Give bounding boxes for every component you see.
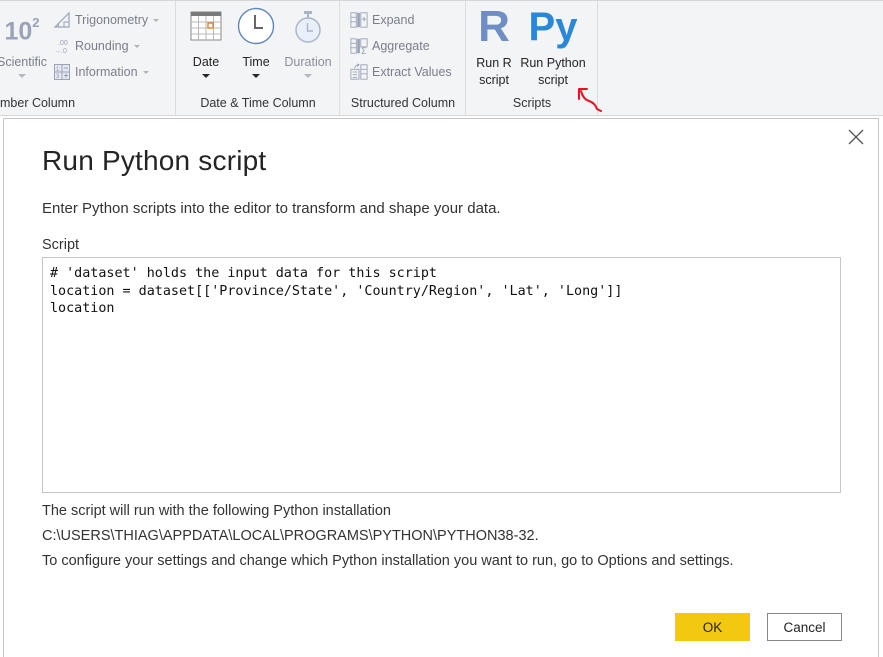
close-icon: [848, 129, 864, 145]
dialog-subtitle: Enter Python scripts into the editor to …: [42, 200, 501, 217]
rounding-button[interactable]: .00 →.0 Rounding: [53, 36, 140, 56]
close-button[interactable]: [846, 127, 866, 147]
time-label: Time: [242, 55, 270, 69]
duration-label: Duration: [284, 55, 332, 69]
ribbon-group-number-column: 102 Scientific Trigonometry .00 →.0 Round…: [0, 1, 176, 115]
chevron-down-icon: [304, 74, 312, 78]
configure-settings-info: To configure your settings and change wh…: [42, 553, 734, 569]
run-r-line2: script: [479, 73, 509, 87]
annotation-arrow-icon: [578, 88, 602, 112]
script-editor[interactable]: # 'dataset' holds the input data for thi…: [42, 257, 841, 493]
run-r-line1: Run R: [476, 56, 512, 70]
script-line: location: [50, 301, 115, 316]
date-button[interactable]: Date: [185, 7, 227, 78]
group-label-structured-column: Structured Column: [350, 96, 456, 110]
python-installation-path: C:\USERS\THIAG\APPDATA\LOCAL\PROGRAMS\PY…: [42, 528, 539, 544]
svg-text:→.0: →.0: [54, 48, 67, 55]
aggregate-icon: Σ: [350, 37, 368, 55]
r-icon: R: [478, 2, 510, 51]
chevron-down-icon: [142, 70, 149, 74]
clock-icon: [235, 7, 277, 45]
extract-values-icon: [350, 63, 368, 81]
group-label-date-time: Date & Time Column: [200, 96, 316, 110]
chevron-down-icon: [133, 44, 140, 48]
scientific-button[interactable]: 102 Scientific: [0, 9, 48, 78]
trigonometry-icon: [53, 11, 71, 29]
chevron-down-icon: [18, 74, 26, 78]
ok-button[interactable]: OK: [675, 613, 750, 641]
run-r-script-button[interactable]: R Run R script: [473, 3, 515, 88]
scientific-label: Scientific: [0, 55, 48, 69]
run-python-line1: Run Python: [520, 56, 586, 70]
chevron-down-icon: [252, 74, 260, 78]
time-button[interactable]: Time: [235, 7, 277, 78]
script-line: # 'dataset' holds the input data for thi…: [50, 266, 437, 281]
extract-values-button[interactable]: Extract Values: [350, 62, 452, 82]
calendar-icon: [185, 7, 227, 43]
run-python-script-button[interactable]: Py Run Python script: [519, 3, 587, 88]
expand-button[interactable]: Expand: [350, 10, 414, 30]
scientific-icon: 102: [4, 15, 40, 46]
python-installation-info: The script will run with the following P…: [42, 503, 391, 519]
ribbon-group-date-time: Date Time Duration Date & Time Column: [177, 1, 340, 115]
ribbon-group-structured-column: Expand Σ Aggregate Extract Values Struct…: [341, 1, 466, 115]
rounding-icon: .00 →.0: [53, 37, 71, 55]
information-icon: 13: [53, 63, 71, 81]
group-label-number-column: mber Column: [0, 96, 76, 110]
stopwatch-icon: [283, 7, 333, 43]
svg-text:.00: .00: [58, 40, 68, 47]
duration-button[interactable]: Duration: [283, 7, 333, 78]
cancel-button[interactable]: Cancel: [767, 613, 842, 641]
python-icon: Py: [528, 5, 578, 49]
information-button[interactable]: 13 Information: [53, 62, 149, 82]
run-python-script-dialog: Run Python script Enter Python scripts i…: [3, 118, 879, 657]
chevron-down-icon: [153, 18, 160, 22]
expand-icon: [350, 11, 368, 29]
aggregate-button[interactable]: Σ Aggregate: [350, 36, 430, 56]
script-label: Script: [42, 237, 80, 253]
ribbon: 102 Scientific Trigonometry .00 →.0 Round…: [0, 0, 883, 116]
dialog-title: Run Python script: [42, 145, 267, 176]
svg-text:Σ: Σ: [361, 47, 367, 55]
date-label: Date: [192, 55, 220, 69]
chevron-down-icon: [202, 74, 210, 78]
trigonometry-button[interactable]: Trigonometry: [53, 10, 160, 30]
script-line: location = dataset[['Province/State', 'C…: [50, 283, 623, 299]
